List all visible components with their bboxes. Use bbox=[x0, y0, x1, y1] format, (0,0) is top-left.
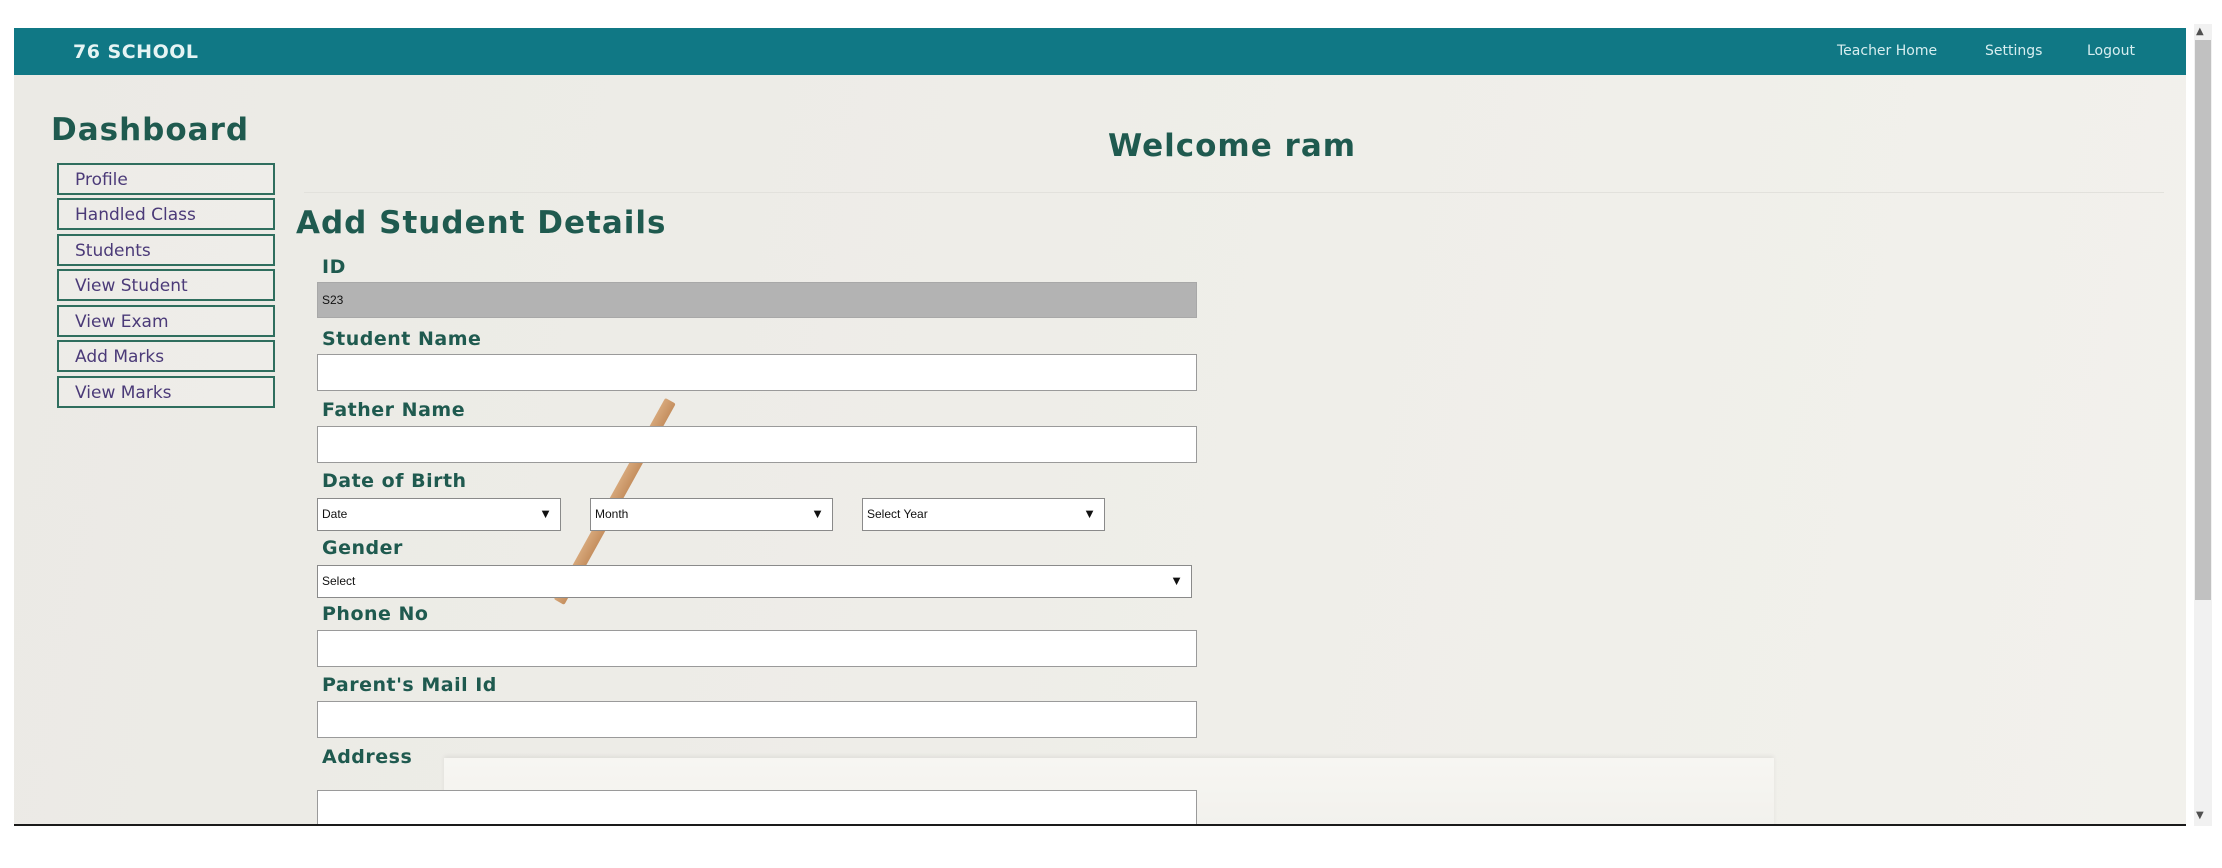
student-name-field[interactable] bbox=[317, 354, 1197, 391]
nav-settings[interactable]: Settings bbox=[1985, 43, 2042, 59]
sidebar-item-view-exam[interactable]: View Exam bbox=[57, 305, 275, 337]
dob-month-dropdown-icon: ▼ bbox=[811, 506, 824, 521]
father-name-label: Father Name bbox=[322, 399, 466, 421]
gender-label: Gender bbox=[322, 537, 403, 559]
phone-label: Phone No bbox=[322, 603, 429, 625]
gender-dropdown-icon: ▼ bbox=[1170, 573, 1183, 588]
id-label: ID bbox=[322, 256, 346, 278]
dob-date-select[interactable]: Date ▼ bbox=[317, 498, 561, 531]
sidebar-item-students[interactable]: Students bbox=[57, 234, 275, 266]
student-name-label: Student Name bbox=[322, 328, 482, 350]
dob-year-select[interactable]: Select Year ▼ bbox=[862, 498, 1105, 531]
gender-select[interactable]: Select ▼ bbox=[317, 565, 1192, 598]
welcome-heading: Welcome ram bbox=[1108, 128, 1357, 164]
address-field[interactable] bbox=[317, 790, 1197, 824]
sidebar-item-view-marks[interactable]: View Marks bbox=[57, 376, 275, 408]
nav-teacher-home[interactable]: Teacher Home bbox=[1837, 43, 1937, 59]
window-bottom-border bbox=[14, 824, 2186, 826]
page-viewport: 76 SCHOOL Teacher Home Settings Logout D… bbox=[14, 28, 2186, 824]
sidebar-item-view-student[interactable]: View Student bbox=[57, 269, 275, 301]
scroll-up-icon[interactable]: ▲ bbox=[2196, 26, 2204, 37]
header-divider bbox=[304, 192, 2164, 193]
sidebar-item-handled-class[interactable]: Handled Class bbox=[57, 198, 275, 230]
id-field[interactable] bbox=[317, 282, 1197, 318]
brand-logo[interactable]: 76 SCHOOL bbox=[73, 41, 199, 63]
father-name-field[interactable] bbox=[317, 426, 1197, 463]
dob-month-select[interactable]: Month ▼ bbox=[590, 498, 833, 531]
scroll-down-icon[interactable]: ▼ bbox=[2196, 810, 2204, 821]
parent-mail-label: Parent's Mail Id bbox=[322, 674, 497, 696]
dob-date-value: Date bbox=[322, 507, 348, 521]
dob-month-value: Month bbox=[595, 507, 629, 521]
phone-field[interactable] bbox=[317, 630, 1197, 667]
parent-mail-field[interactable] bbox=[317, 701, 1197, 738]
top-navbar: 76 SCHOOL Teacher Home Settings Logout bbox=[14, 28, 2186, 75]
dob-label: Date of Birth bbox=[322, 470, 467, 492]
sidebar-title: Dashboard bbox=[51, 112, 250, 148]
dob-year-dropdown-icon: ▼ bbox=[1083, 506, 1096, 521]
dob-date-dropdown-icon: ▼ bbox=[539, 506, 552, 521]
scrollbar-thumb[interactable] bbox=[2195, 40, 2211, 600]
address-label: Address bbox=[322, 746, 413, 768]
gender-value: Select bbox=[322, 574, 356, 588]
dob-year-value: Select Year bbox=[867, 507, 928, 521]
sidebar-item-add-marks[interactable]: Add Marks bbox=[57, 340, 275, 372]
form-title: Add Student Details bbox=[296, 205, 667, 241]
sidebar-item-profile[interactable]: Profile bbox=[57, 163, 275, 195]
nav-logout[interactable]: Logout bbox=[2087, 43, 2135, 59]
